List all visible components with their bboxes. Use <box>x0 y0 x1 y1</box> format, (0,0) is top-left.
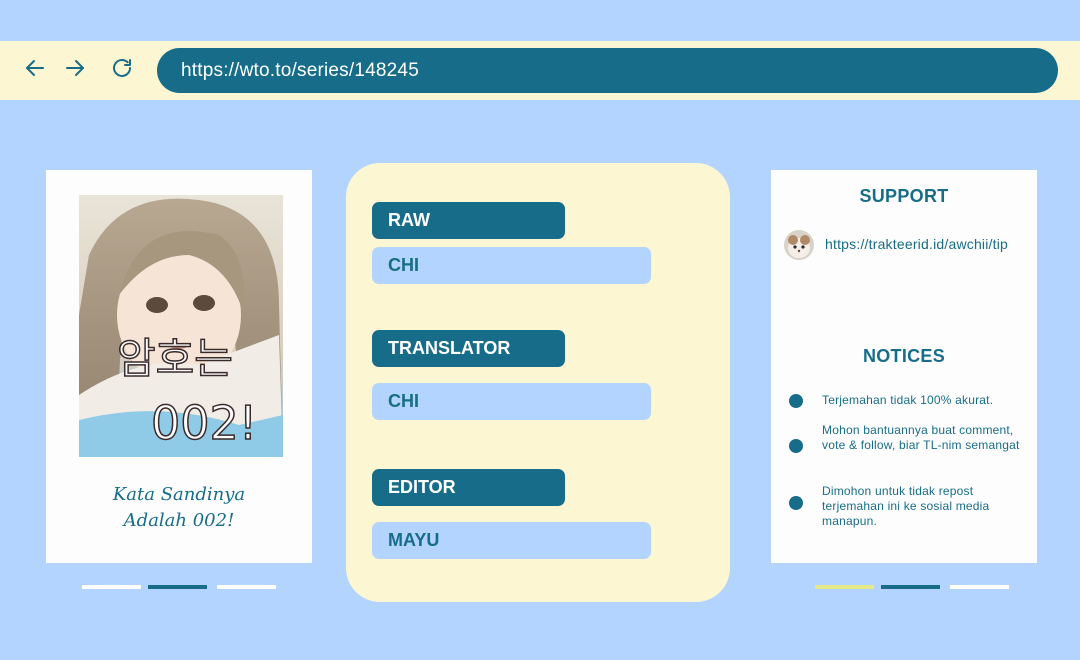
support-link[interactable]: https://trakteerid.id/awchii/tip <box>825 236 1008 252</box>
avatar <box>784 230 814 260</box>
credit-name-raw: CHI <box>372 247 651 284</box>
bullet-icon <box>789 394 803 408</box>
info-card: SUPPORT https://trakteerid.id/awchii/tip… <box>771 170 1037 563</box>
support-title: SUPPORT <box>859 186 949 206</box>
notice-text: Mohon bantuannya buat comment, vote & fo… <box>822 423 1020 452</box>
url-text[interactable]: https://wto.to/series/148245 <box>181 60 419 82</box>
carousel-indicator-3[interactable] <box>217 585 276 589</box>
credit-name-translator: CHI <box>372 383 651 420</box>
bullet-icon <box>789 496 803 510</box>
carousel-indicator-2[interactable] <box>148 585 207 589</box>
credits-card: RAW CHI TRANSLATOR CHI EDITOR MAYU <box>346 163 730 602</box>
carousel-indicator-1[interactable] <box>82 585 141 589</box>
carousel-indicator-4[interactable] <box>815 585 874 589</box>
notice-text: Dimohon untuk tidak repost terjemahan in… <box>822 484 990 528</box>
series-title: Kata Sandinya Adalah 002! <box>46 482 312 534</box>
cover-korean-title-1: 암호는 <box>117 334 233 383</box>
credit-role-translator: TRANSLATOR <box>372 330 565 367</box>
arrow-left-icon[interactable] <box>23 56 47 80</box>
credit-role-editor: EDITOR <box>372 469 565 506</box>
notice-text: Terjemahan tidak 100% akurat. <box>822 393 994 407</box>
reload-icon[interactable] <box>110 56 134 80</box>
series-title-line-1: Kata Sandinya <box>112 484 246 505</box>
carousel-indicator-5[interactable] <box>881 585 940 589</box>
credit-role-raw: RAW <box>372 202 565 239</box>
notices-title: NOTICES <box>862 346 946 366</box>
carousel-indicator-6[interactable] <box>950 585 1009 589</box>
arrow-right-icon[interactable] <box>63 56 87 80</box>
cover-korean-title-2: 002! <box>151 396 257 450</box>
series-title-line-2: Adalah 002! <box>123 510 235 531</box>
credit-name-editor: MAYU <box>372 522 651 559</box>
address-bar[interactable]: https://wto.to/series/148245 <box>157 48 1058 93</box>
cover-image[interactable]: 암호는 002! <box>79 195 283 457</box>
bullet-icon <box>789 439 803 453</box>
cover-card: 암호는 002! Kata Sandinya Adalah 002! <box>46 170 312 563</box>
